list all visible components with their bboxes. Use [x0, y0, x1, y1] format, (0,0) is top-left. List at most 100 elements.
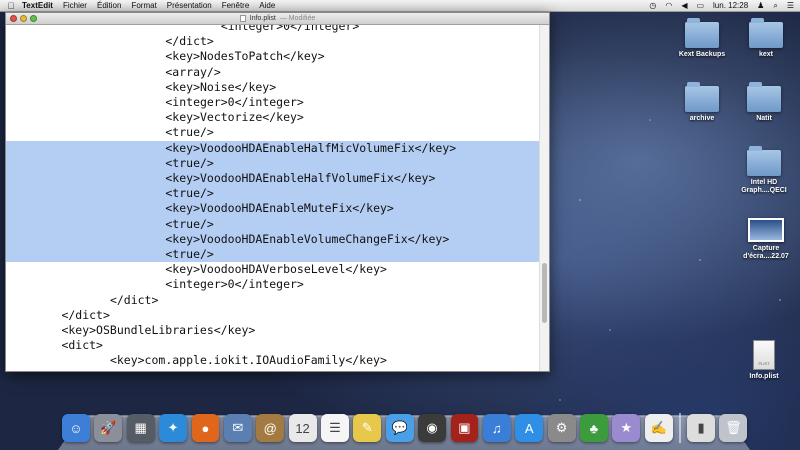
zip-stack-glyph: ▮ [697, 420, 705, 435]
kext-folder[interactable]: kext [732, 18, 800, 59]
messages-glyph: 💬 [391, 420, 408, 435]
archive-folder[interactable]: archive [668, 82, 736, 123]
vertical-scrollbar[interactable] [539, 25, 549, 371]
editor-line-text: <integer>0</integer> [165, 95, 304, 109]
finder-icon[interactable]: ☺ [62, 414, 90, 442]
editor-line[interactable]: <true/> [6, 216, 539, 232]
editor-line-text: <true/> [165, 155, 214, 170]
menu-fenetre[interactable]: Fenêtre [222, 1, 250, 10]
natit-folder[interactable]: Natit [730, 82, 798, 123]
editor-line[interactable]: <key>VoodooHDAEnableVolumeChangeFix</key… [6, 231, 539, 247]
editor-line[interactable]: <dict> [6, 338, 539, 353]
editor-line[interactable]: <true/> [6, 247, 539, 263]
text-editor[interactable]: <integer>0</integer> </dict> <key>NodesToP… [6, 25, 539, 371]
editor-line[interactable]: <key>com.apple.iokit.IOAudioFamily</key> [6, 353, 539, 368]
close-button[interactable] [10, 15, 17, 22]
editor-line[interactable]: <key>VoodooHDAEnableHalfVolumeFix</key> [6, 171, 539, 187]
menu-fichier[interactable]: Fichier [63, 1, 87, 10]
reminders-icon[interactable]: ☰ [321, 414, 349, 442]
desktop-item-label: Natit [756, 115, 772, 122]
system-preferences-icon[interactable]: ⚙ [547, 414, 576, 442]
calendar-icon[interactable]: 12 [288, 414, 317, 442]
volume-icon[interactable]: ◀ [681, 1, 687, 10]
editor-line[interactable]: <key>VoodooHDAEnableHalfMicVolumeFix</ke… [6, 140, 539, 156]
time-machine-icon[interactable]: ◷ [649, 1, 656, 10]
menu-format[interactable]: Format [131, 1, 156, 10]
itunes-glyph: ♫ [491, 420, 502, 436]
editor-line[interactable]: </dict> [6, 308, 539, 323]
editor-line[interactable]: <true/> [6, 125, 539, 140]
kext-helper-icon[interactable]: ♣ [580, 414, 608, 442]
editor-line-text: <key>VoodooHDAEnableMuteFix</key> [165, 201, 394, 216]
textedit-icon[interactable]: ✍ [644, 414, 673, 442]
editor-line[interactable]: <integer>0</integer> [6, 95, 539, 110]
apple-icon[interactable]:  [0, 1, 22, 11]
trash-glyph: 🗑 [725, 420, 742, 435]
photo-booth-icon[interactable]: ▣ [450, 414, 479, 442]
menu-edition[interactable]: Édition [97, 1, 121, 10]
app-store-icon[interactable]: A [515, 414, 544, 442]
editor-line-text: </dict> [109, 292, 159, 307]
editor-line[interactable]: <key>OSBundleLibraries</key> [6, 323, 539, 338]
editor-line[interactable]: <integer>0</integer> [6, 25, 539, 34]
editor-line[interactable]: <true/> [6, 186, 539, 202]
editor-line-text: </dict> [61, 307, 110, 322]
editor-line[interactable]: </dict> [6, 34, 539, 49]
kext-helper-glyph: ♣ [589, 420, 599, 436]
calendar-glyph: 12 [295, 420, 310, 436]
contacts-icon[interactable]: @ [256, 414, 285, 442]
scrollbar-thumb[interactable] [542, 263, 547, 323]
mission-control-glyph: ▦ [134, 420, 147, 435]
menu-app-name[interactable]: TextEdit [22, 1, 53, 10]
firefox-icon[interactable]: ● [191, 414, 220, 442]
editor-line[interactable]: <key>VoodooHDAVerboseLevel</key> [6, 262, 539, 277]
clock[interactable]: lun. 12:28 [713, 1, 748, 10]
app-store-glyph: A [524, 420, 534, 436]
textedit-window: Info.plist — Modifiée <integer>0</intege… [5, 12, 550, 372]
menu-presentation[interactable]: Présentation [167, 1, 212, 10]
desktop-item-label: Kext Backups [678, 51, 726, 58]
firefox-glyph: ● [201, 420, 210, 436]
info-plist-file[interactable]: PLIST Info.plist [730, 340, 798, 381]
notification-list-icon[interactable]: ☰ [787, 1, 794, 10]
trash-icon[interactable]: 🗑 [719, 414, 748, 442]
wizard-icon[interactable]: ★ [612, 414, 641, 442]
editor-line[interactable]: <key>Vectorize</key> [6, 110, 539, 125]
editor-line[interactable]: </dict> [6, 293, 539, 308]
menu-aide[interactable]: Aide [259, 1, 275, 10]
editor-line-text: <key>com.apple.iokit.IOAudioFamily</key> [109, 353, 387, 368]
user-icon[interactable]: ♟ [757, 1, 764, 10]
facetime-icon[interactable]: ◉ [418, 414, 446, 442]
messages-icon[interactable]: 💬 [385, 414, 414, 442]
photo-booth-glyph: ▣ [458, 420, 471, 435]
mail-icon[interactable]: ✉ [223, 414, 252, 442]
safari-icon[interactable]: ✦ [159, 414, 187, 442]
document-icon[interactable] [239, 15, 246, 22]
zip-stack-icon[interactable]: ▮ [687, 414, 715, 442]
editor-line[interactable]: <true/> [6, 155, 539, 171]
editor-line[interactable]: <key>VoodooHDAEnableMuteFix</key> [6, 201, 539, 217]
editor-line[interactable]: <key>Noise</key> [6, 80, 539, 95]
window-titlebar[interactable]: Info.plist — Modifiée [6, 13, 549, 25]
zoom-button[interactable] [30, 15, 37, 22]
folder-icon [685, 82, 719, 112]
mission-control-icon[interactable]: ▦ [126, 414, 155, 442]
kext-backups-folder[interactable]: Kext Backups [668, 18, 736, 59]
intel-hd-folder[interactable]: Intel HD Graph....QECI [730, 146, 798, 195]
editor-line[interactable]: <key>NodesToPatch</key> [6, 49, 539, 64]
itunes-icon[interactable]: ♫ [482, 414, 511, 442]
battery-icon[interactable]: ▭ [696, 1, 704, 10]
capture-file[interactable]: Capture d'écra....22.07 [732, 218, 800, 261]
desktop-item-label: kext [758, 51, 773, 58]
wifi-icon[interactable]: ◠ [665, 1, 672, 10]
editor-line-text: <true/> [165, 125, 214, 140]
minimize-button[interactable] [20, 15, 27, 22]
editor-line[interactable]: <array/> [6, 65, 539, 80]
desktop-item-label: archive [689, 115, 715, 122]
spotlight-icon[interactable]: ⌕ [773, 1, 777, 11]
editor-line[interactable]: <integer>0</integer> [6, 277, 539, 292]
notes-icon[interactable]: ✎ [353, 414, 382, 442]
notes-glyph: ✎ [361, 420, 373, 435]
desktop-item-label: Capture d'écra....22.07 [743, 245, 789, 260]
launchpad-icon[interactable]: 🚀 [94, 414, 123, 442]
